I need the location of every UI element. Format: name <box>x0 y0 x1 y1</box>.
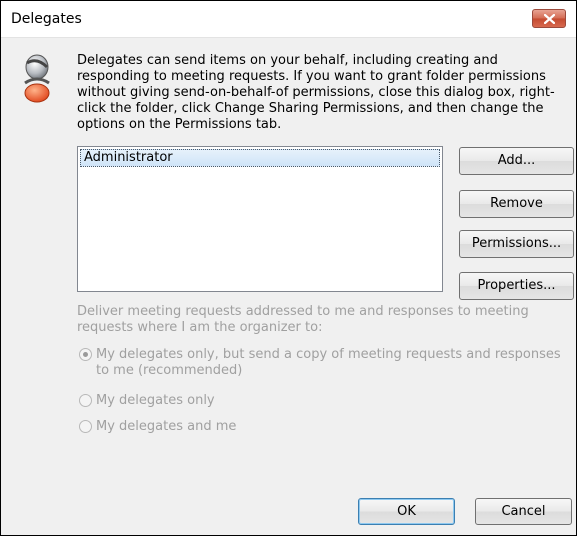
cancel-button[interactable]: Cancel <box>475 498 572 525</box>
remove-button[interactable]: Remove <box>459 190 574 218</box>
ok-button[interactable]: OK <box>358 498 455 525</box>
add-button[interactable]: Add... <box>459 147 574 175</box>
radio-label: My delegates only <box>96 393 215 408</box>
title-bar[interactable]: Delegates <box>1 1 576 38</box>
properties-button[interactable]: Properties... <box>459 272 574 300</box>
delegate-icon <box>24 54 50 103</box>
list-item[interactable]: Administrator <box>80 149 440 167</box>
close-button[interactable] <box>532 9 566 28</box>
close-icon <box>544 14 555 24</box>
radio-label: My delegates and me <box>96 419 237 434</box>
description-text: Delegates can send items on your behalf,… <box>77 53 555 132</box>
radio-button[interactable] <box>79 394 92 407</box>
delegates-list[interactable]: Administrator <box>77 146 443 292</box>
dialog-title: Delegates <box>11 11 82 27</box>
permissions-button[interactable]: Permissions... <box>459 230 574 258</box>
delegates-dialog: Delegates Delegates can send items on yo… <box>0 0 577 536</box>
radio-button[interactable] <box>79 348 92 361</box>
radio-label: My delegates only, but send a copy of me… <box>96 347 561 378</box>
deliver-label: Deliver meeting requests addressed to me… <box>77 304 529 335</box>
radio-button[interactable] <box>79 420 92 433</box>
